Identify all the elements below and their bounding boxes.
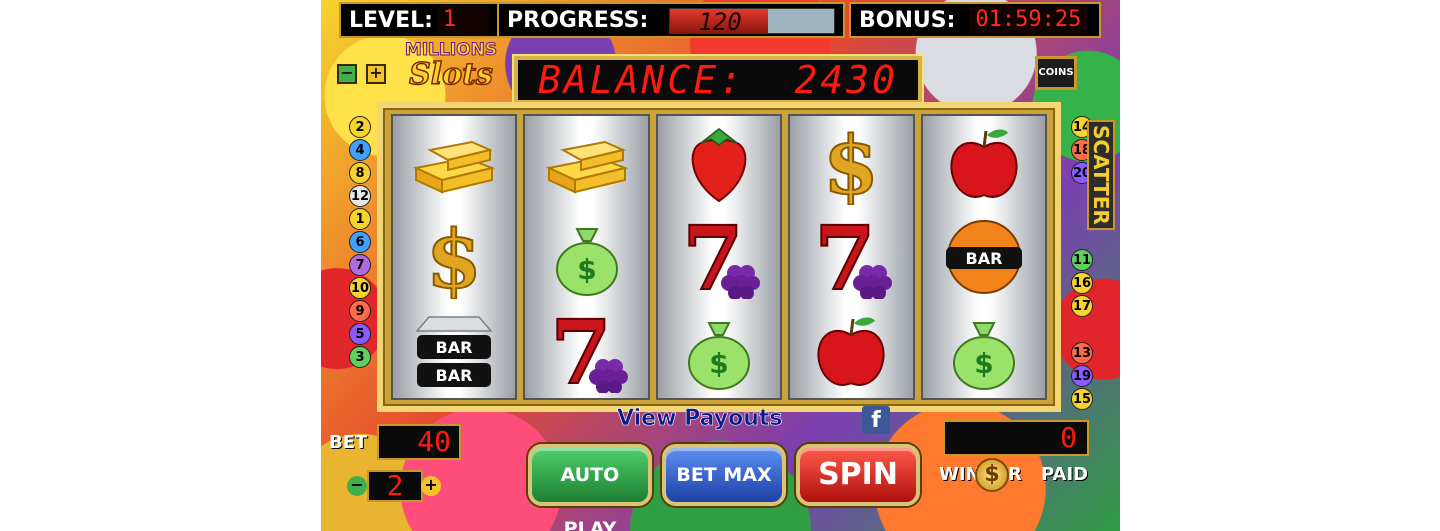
seven-grapes-icon: 7 [537, 309, 637, 393]
svg-text:$: $ [577, 253, 596, 286]
payline-number: 5 [349, 323, 371, 345]
gold-bars-icon [537, 121, 637, 205]
money-bag-icon: $ [934, 309, 1034, 393]
double-bar-diamond-icon: BAR BAR [404, 309, 504, 393]
seven-grapes-icon: 7 [801, 215, 901, 299]
balance-label: BALANCE: [538, 58, 746, 102]
reel-4: $7 [788, 114, 915, 400]
lines-plus-button[interactable]: + [366, 64, 386, 84]
bet-minus-button[interactable]: − [347, 476, 367, 496]
paid-label: PAID [1041, 464, 1089, 485]
lines-minus-button[interactable]: − [337, 64, 357, 84]
payline-number: 12 [349, 185, 371, 207]
balance-value: 2430 [794, 58, 898, 102]
payline-number: 19 [1071, 365, 1093, 387]
payline-number: 13 [1071, 342, 1093, 364]
coins-button[interactable]: COINS [1035, 56, 1077, 90]
svg-text:$: $ [709, 347, 728, 380]
scatter-label: SCATTER [1087, 120, 1115, 230]
payline-number: 3 [349, 346, 371, 368]
payline-number: 11 [1071, 249, 1093, 271]
payline-number: 6 [349, 231, 371, 253]
reel-2: $7 [523, 114, 650, 400]
balance-display: BALANCE: 2430 [514, 56, 922, 104]
bonus-display: BONUS: 01:59:25 [849, 2, 1101, 38]
dollar-sign-icon: $ [801, 121, 901, 205]
payline-number: 7 [349, 254, 371, 276]
facebook-icon[interactable]: f [862, 406, 890, 434]
logo-subtitle: Slots [408, 57, 493, 92]
bet-value: 40 [377, 424, 461, 460]
apple-icon [934, 121, 1034, 205]
gold-bars-icon [404, 121, 504, 205]
slot-game: LEVEL: 1 PROGRESS: 120 BONUS: 01:59:25 M… [321, 0, 1120, 531]
progress-display: PROGRESS: 120 [497, 2, 845, 38]
svg-text:BAR: BAR [965, 249, 1002, 268]
payline-number: 17 [1071, 295, 1093, 317]
bonus-timer: 01:59:25 [969, 6, 1088, 34]
payline-number: 8 [349, 162, 371, 184]
winner-paid-value: 0 [943, 420, 1089, 456]
progress-label: PROGRESS: [507, 7, 649, 33]
svg-text:BAR: BAR [436, 366, 473, 385]
level-value: 1 [436, 6, 489, 34]
orange-bar-icon: BAR [934, 215, 1034, 299]
reel-1: $ BAR BAR [391, 114, 518, 400]
view-payouts-link[interactable]: View Payouts [617, 406, 783, 432]
bet-max-button[interactable]: BET MAX [662, 444, 786, 506]
level-display: LEVEL: 1 [339, 2, 503, 38]
seven-grapes-icon: 7 [669, 215, 769, 299]
svg-text:$: $ [824, 121, 880, 205]
payline-number: 4 [349, 139, 371, 161]
bet-plus-button[interactable]: + [421, 476, 441, 496]
svg-text:$: $ [426, 215, 482, 299]
payline-number: 9 [349, 300, 371, 322]
payline-number: 1 [349, 208, 371, 230]
apple-icon [801, 309, 901, 393]
reel-frame: $ BAR BAR $7 7 $ $7 BAR $ [377, 102, 1061, 412]
level-label: LEVEL: [349, 7, 433, 33]
payline-number: 2 [349, 116, 371, 138]
bet-label: BET [329, 432, 368, 453]
bet-level: 2 [367, 470, 423, 502]
autoplay-button[interactable]: AUTO PLAY [528, 444, 652, 531]
reel-5: BAR $ [920, 114, 1048, 400]
bonus-label: BONUS: [859, 7, 956, 33]
spin-button[interactable]: SPIN [796, 444, 920, 506]
svg-text:$: $ [974, 347, 993, 380]
paylines-left: 2 4 8 12 1 6 7 10 9 5 3 [349, 116, 373, 368]
progress-bar: 120 [669, 8, 835, 36]
reel-3: 7 $ [655, 114, 783, 400]
money-bag-icon: $ [669, 309, 769, 393]
money-bag-icon: $ [537, 215, 637, 299]
progress-value: 120 [698, 8, 742, 36]
coin-icon: $ [975, 458, 1009, 492]
payline-number: 10 [349, 277, 371, 299]
game-logo: MILLIONS Slots [397, 40, 505, 102]
strawberry-icon [669, 121, 769, 205]
dollar-sign-icon: $ [404, 215, 504, 299]
payline-number: 16 [1071, 272, 1093, 294]
payline-number: 15 [1071, 388, 1093, 410]
svg-text:BAR: BAR [436, 338, 473, 357]
